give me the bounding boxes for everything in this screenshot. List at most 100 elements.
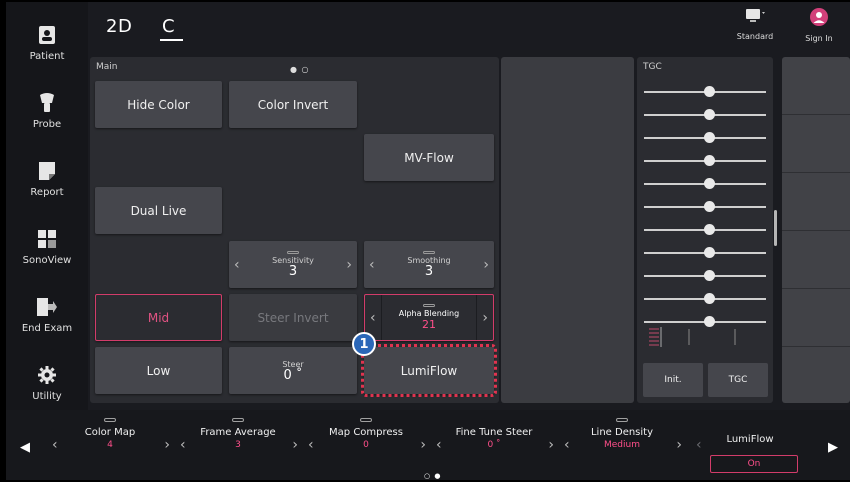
color-map-value: 4 [107,440,113,450]
smoothing-stepper[interactable]: ‹ Smoothing 3 › [364,241,494,288]
lumiflow-control[interactable]: ‹ LumiFlow On [686,410,814,480]
color-map-stepper[interactable]: ‹ Color Map 4 › [46,410,174,480]
sidebar-item-utility[interactable]: Utility [6,352,88,414]
sonoview-icon [36,228,58,250]
scroll-right-arrow-icon[interactable]: ▶ [828,440,838,455]
smoothing-value: 3 [424,264,434,279]
alpha-blending-value: 21 [421,318,436,331]
chevron-right-icon[interactable]: › [548,437,554,453]
fine-tune-steer-value: 0 ˚ [487,440,501,450]
steer-invert-button[interactable]: Steer Invert [229,294,357,341]
tgc-slider-knob[interactable] [704,178,715,189]
chevron-right-icon[interactable]: › [346,257,352,273]
tgc-slider-knob[interactable] [704,224,715,235]
sidebar-item-label: SonoView [22,255,72,266]
chevron-right-icon[interactable]: › [292,437,298,453]
tgc-slider-knob[interactable] [704,316,715,327]
right-panel-strip[interactable] [782,57,850,403]
chevron-right-icon[interactable]: › [420,437,426,453]
chevron-right-icon[interactable]: › [483,257,489,273]
tgc-slider-knob[interactable] [704,132,715,143]
tgc-slider-knob[interactable] [704,109,715,120]
tgc-slider-track[interactable] [644,247,766,258]
sign-in-button[interactable]: Sign In [794,8,844,43]
mv-flow-button[interactable]: MV-Flow [364,134,494,181]
sidebar-item-end-exam[interactable]: End Exam [6,284,88,346]
sidebar-item-sonoview[interactable]: SonoView [6,216,88,278]
low-button[interactable]: Low [95,347,222,394]
hide-color-button[interactable]: Hide Color [95,81,222,128]
lumiflow-on-toggle[interactable]: On [710,455,798,473]
tgc-slider-track[interactable] [644,270,766,281]
knob-icon [104,418,116,422]
preset-label: Standard [736,32,774,41]
tgc-slider-track[interactable] [644,316,766,327]
fine-tune-steer-readout: Fine Tune Steer 0 ˚ [430,418,558,450]
tgc-slider-track[interactable] [644,178,766,189]
knob-icon [423,251,435,254]
sidebar-item-label: Probe [32,119,62,130]
fine-tune-steer-stepper[interactable]: ‹ Fine Tune Steer 0 ˚ › [430,410,558,480]
end-exam-icon [36,296,58,318]
map-compress-stepper[interactable]: ‹ Map Compress 0 › [302,410,430,480]
sidebar-item-patient[interactable]: Patient [6,12,88,74]
frame-average-readout: Frame Average 3 [174,418,302,450]
sidebar-item-probe[interactable]: Probe [6,80,88,142]
tgc-slider-track[interactable] [644,201,766,212]
lumiflow-button[interactable]: LumiFlow [361,344,497,397]
tgc-slider-track[interactable] [644,293,766,304]
preset-button[interactable]: Standard [730,8,780,41]
frame-average-stepper[interactable]: ‹ Frame Average 3 › [174,410,302,480]
tgc-slider-track[interactable] [644,132,766,143]
color-invert-button[interactable]: Color Invert [229,81,357,128]
line-density-readout: Line Density Medium [558,418,686,450]
dual-live-button[interactable]: Dual Live [95,187,222,234]
tab-2d[interactable]: 2D [106,16,132,37]
chevron-right-icon[interactable]: › [164,437,170,453]
color-map-readout: Color Map 4 [46,418,174,450]
chevron-left-icon[interactable]: ‹ [369,257,375,273]
line-density-value: Medium [604,440,640,450]
tgc-slider-knob[interactable] [704,155,715,166]
mid-button[interactable]: Mid [95,294,222,341]
tgc-slider-knob[interactable] [704,201,715,212]
sidebar-item-label: Patient [29,51,65,62]
lumiflow-readout: LumiFlow [686,434,814,445]
sign-in-label: Sign In [805,34,833,43]
tgc-slider-track[interactable] [644,224,766,235]
tgc-title: TGC [643,62,662,72]
tgc-slider-track[interactable] [644,109,766,120]
frame-average-value: 3 [235,440,241,450]
tab-color[interactable]: C [159,16,184,41]
tgc-slider-knob[interactable] [704,86,715,97]
scroll-left-arrow-icon[interactable]: ◀ [20,440,30,455]
patient-card-icon [36,24,58,46]
chevron-left-icon[interactable]: ‹ [370,310,376,326]
line-density-stepper[interactable]: ‹ Line Density Medium › [558,410,686,480]
knob-icon [616,418,628,422]
chevron-right-icon[interactable]: › [482,310,488,326]
steer-stepper[interactable]: Steer 0 ˚ [229,347,357,394]
chevron-left-icon[interactable]: ‹ [234,257,240,273]
gear-icon [36,364,58,386]
sidebar-item-report[interactable]: Report [6,148,88,210]
alpha-blending-readout: Alpha Blending 21 [399,304,459,331]
knob-icon [360,418,372,422]
tgc-init-button[interactable]: Init. [643,363,703,397]
alpha-blending-stepper[interactable]: ‹ Alpha Blending 21 › [364,294,494,341]
tgc-slider-track[interactable] [644,86,766,97]
chevron-right-icon[interactable]: › [676,437,682,453]
tgc-slider-knob[interactable] [704,293,715,304]
tgc-slider-track[interactable] [644,155,766,166]
report-icon [36,160,58,182]
line-density-label: Line Density [590,427,654,438]
sensitivity-readout: Sensitivity 3 [272,251,314,278]
lumiflow-label: LumiFlow [726,434,774,445]
tgc-slider-knob[interactable] [704,270,715,281]
sensitivity-stepper[interactable]: ‹ Sensitivity 3 › [229,241,357,288]
scrollbar-thumb[interactable] [774,210,777,246]
tgc-button[interactable]: TGC [708,363,768,397]
probe-icon [36,92,58,114]
tgc-slider-knob[interactable] [704,247,715,258]
tgc-curve-icon [649,327,736,347]
